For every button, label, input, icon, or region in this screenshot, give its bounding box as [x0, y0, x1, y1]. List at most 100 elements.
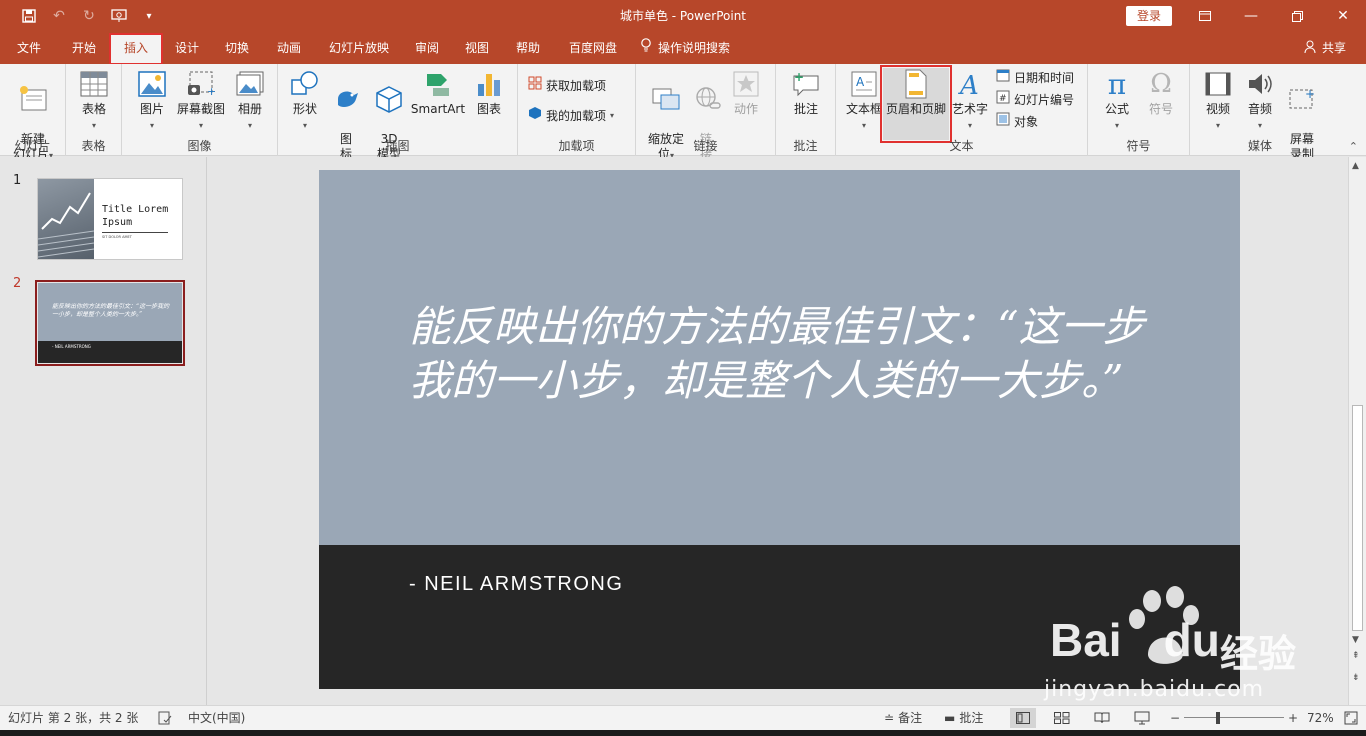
- new-slide-icon: [17, 83, 49, 115]
- tab-animations[interactable]: 动画: [266, 32, 312, 64]
- ribbon-display-icon[interactable]: [1182, 0, 1228, 32]
- textbox-button[interactable]: A 文本框 ▾: [844, 68, 884, 133]
- powerpoint-window: ↶ ↻ ▾ 城市单色 - PowerPoint 登录 — ✕ 文件 开始 插入 …: [0, 0, 1366, 736]
- header-footer-icon: [900, 68, 932, 100]
- object-icon: [996, 112, 1010, 132]
- store-icon: [528, 76, 542, 96]
- tab-view[interactable]: 视图: [456, 32, 498, 64]
- album-button[interactable]: 相册 ▾: [230, 68, 270, 133]
- group-label-links: 链接: [693, 139, 718, 153]
- vertical-scrollbar[interactable]: ▲ ▼ ⇞ ⇟: [1348, 157, 1366, 705]
- scroll-up-icon[interactable]: ▲: [1352, 161, 1359, 171]
- comments-button[interactable]: ▬ 批注: [944, 706, 983, 730]
- thumbnail-2-footer: - NEIL ARMSTRONG: [38, 341, 182, 363]
- table-icon: [78, 68, 110, 100]
- group-links: 缩放定 位▾ 链 接 动作 链接: [636, 64, 776, 161]
- wordart-button[interactable]: A 艺术字 ▾: [950, 68, 990, 133]
- tab-review[interactable]: 审阅: [406, 32, 448, 64]
- fit-to-window-icon[interactable]: [1344, 706, 1358, 730]
- zoom-out-icon[interactable]: −: [1170, 706, 1180, 730]
- audio-button[interactable]: 音频 ▾: [1240, 68, 1280, 133]
- zoom-in-icon[interactable]: +: [1288, 706, 1298, 730]
- slideshow-view-icon[interactable]: [1134, 706, 1150, 730]
- slide-thumbnail-1[interactable]: Title Lorem Ipsum SIT DOLOR AMET: [37, 178, 183, 260]
- normal-view-icon[interactable]: [1010, 708, 1036, 728]
- tell-me-search[interactable]: 操作说明搜索: [640, 32, 750, 64]
- slide-author-text[interactable]: - NEIL ARMSTRONG: [409, 573, 623, 596]
- group-addins: 获取加载项 我的加载项 ▾ 加载项: [518, 64, 636, 156]
- group-label-symbols: 符号: [1126, 139, 1151, 153]
- equation-button[interactable]: π 公式 ▾: [1098, 68, 1136, 133]
- slide-number-button[interactable]: # 幻灯片编号: [996, 90, 1074, 110]
- close-icon[interactable]: ✕: [1320, 0, 1366, 32]
- group-symbols: π 公式 ▾ Ω 符号 符号: [1088, 64, 1190, 156]
- tab-insert[interactable]: 插入: [109, 33, 163, 65]
- tab-file[interactable]: 文件: [6, 32, 52, 64]
- group-label-addins: 加载项: [558, 139, 595, 153]
- notes-button[interactable]: ≐ 备注: [884, 706, 922, 730]
- group-label-illustrations: 插图: [385, 139, 410, 153]
- group-text: A 文本框 ▾ 页眉和页脚 A 艺术字 ▾ 日期和时间 # 幻灯片编号 对象 文…: [836, 64, 1088, 156]
- video-button[interactable]: 视频 ▾: [1198, 68, 1238, 133]
- watermark-brand: Bai du: [1050, 614, 1220, 666]
- group-illustrations: 形状 ▾ 图 标 3D 模型 SmartArt 图表 插图: [278, 64, 518, 161]
- collapse-ribbon-icon[interactable]: ⌃: [1349, 140, 1358, 153]
- datetime-button[interactable]: 日期和时间: [996, 68, 1074, 88]
- thumbnail-1-subtitle: SIT DOLOR AMET: [102, 235, 132, 239]
- group-label-slides: 幻灯片: [14, 139, 51, 153]
- thumbnail-2-canvas: 能反映出你的方法的最佳引文：“这一步我的一小步，却是整个人类的一大步。” - N…: [38, 283, 182, 363]
- spellcheck-icon[interactable]: [158, 706, 172, 730]
- tab-baidu-netdisk[interactable]: 百度网盘: [560, 32, 626, 64]
- reading-view-icon[interactable]: [1094, 706, 1110, 730]
- zoom-slider[interactable]: [1184, 717, 1284, 718]
- language-indicator[interactable]: 中文(中国): [188, 706, 245, 730]
- table-button[interactable]: 表格 ▾: [74, 68, 114, 133]
- scroll-thumb[interactable]: [1352, 405, 1363, 631]
- smartart-button[interactable]: SmartArt: [410, 68, 466, 117]
- my-addins-button[interactable]: 我的加载项 ▾: [528, 106, 614, 126]
- share-button[interactable]: 共享: [1304, 32, 1346, 64]
- slide-thumbnail-2[interactable]: 能反映出你的方法的最佳引文：“这一步我的一小步，却是整个人类的一大步。” - N…: [35, 280, 185, 366]
- group-images: 图片 ▾ + 屏幕截图 ▾ 相册 ▾ 图像: [122, 64, 278, 156]
- tab-home[interactable]: 开始: [60, 32, 108, 64]
- zoom-level[interactable]: 72%: [1307, 706, 1334, 730]
- tab-transitions[interactable]: 切换: [214, 32, 260, 64]
- tab-slideshow[interactable]: 幻灯片放映: [320, 32, 398, 64]
- link-icon: [692, 83, 724, 115]
- shapes-button[interactable]: 形状 ▾: [286, 68, 324, 133]
- watermark-url: jingyan.baidu.com: [1044, 677, 1265, 702]
- symbol-button[interactable]: Ω 符号: [1142, 68, 1180, 117]
- taskbar-edge: [0, 730, 1366, 736]
- status-bar: 幻灯片 第 2 张，共 2 张 中文(中国) ≐ 备注 ▬ 批注 − + 72%: [0, 705, 1366, 730]
- slide-thumbnails-pane: 1 Title Lorem Ipsum SIT DOLOR AMET 2 能反映…: [0, 157, 207, 705]
- thumbnail-stairs-image: [38, 179, 94, 259]
- slide-sorter-icon[interactable]: [1054, 706, 1070, 730]
- textbox-icon: A: [848, 68, 880, 100]
- screenshot-button[interactable]: + 屏幕截图 ▾: [174, 68, 228, 133]
- next-slide-icon[interactable]: ⇟: [1352, 673, 1360, 683]
- login-button[interactable]: 登录: [1126, 6, 1172, 26]
- minimize-icon[interactable]: —: [1228, 0, 1274, 32]
- tab-help[interactable]: 帮助: [506, 32, 550, 64]
- speaker-icon: [1244, 68, 1276, 100]
- action-button[interactable]: 动作: [724, 68, 768, 117]
- ribbon-insert: 新建 幻灯片▾ 幻灯片 表格 ▾ 表格 图片 ▾ + 屏幕截图 ▾ 相册 ▾ 图…: [0, 64, 1366, 161]
- restore-icon[interactable]: [1274, 0, 1320, 32]
- svg-text:A: A: [856, 75, 865, 89]
- zoom-icon: [650, 83, 682, 115]
- header-footer-button[interactable]: 页眉和页脚: [880, 65, 952, 143]
- zoom-slider-thumb[interactable]: [1216, 712, 1220, 724]
- chart-button[interactable]: 图表: [470, 68, 508, 117]
- tab-design[interactable]: 设计: [164, 32, 210, 64]
- group-label-text: 文本: [949, 139, 974, 153]
- comment-button[interactable]: + 批注: [786, 68, 826, 117]
- picture-button[interactable]: 图片 ▾: [132, 68, 172, 133]
- person-icon: [1304, 40, 1322, 55]
- get-addins-button[interactable]: 获取加载项: [528, 76, 606, 96]
- object-button[interactable]: 对象: [996, 112, 1038, 132]
- slide-number-1: 1: [13, 173, 22, 188]
- slide-quote-text[interactable]: 能反映出你的方法的最佳引文：“这一步我的一小步，却是整个人类的一大步。”: [409, 300, 1169, 408]
- previous-slide-icon[interactable]: ⇞: [1352, 651, 1360, 661]
- svg-text:A: A: [958, 71, 979, 98]
- scroll-down-icon[interactable]: ▼: [1352, 635, 1359, 645]
